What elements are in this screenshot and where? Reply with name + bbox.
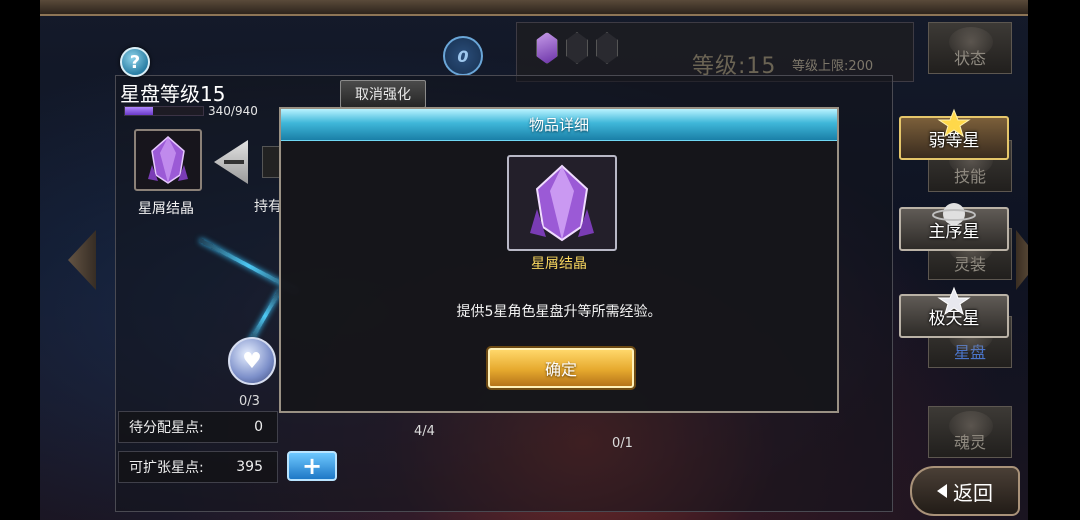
crystal-icon	[530, 164, 594, 242]
star-disk-title: 星盘等级15	[120, 82, 226, 106]
exp-text: 340/940	[208, 104, 258, 118]
node-count: 0/3	[239, 394, 260, 409]
node-count: 0/1	[612, 436, 633, 451]
nav-status[interactable]: 状态	[928, 22, 1012, 74]
nav-soul[interactable]: 魂灵	[928, 406, 1012, 458]
exp-bar-fill	[125, 107, 154, 115]
status-icon	[949, 27, 993, 57]
confirm-button[interactable]: 确定	[488, 348, 634, 388]
dialog-title: 物品详细	[281, 109, 837, 141]
star-cluster-icon	[937, 108, 971, 138]
back-arrow-icon	[937, 484, 947, 498]
unassigned-points-row: 待分配星点: 0	[118, 411, 278, 443]
item-image-frame	[507, 155, 617, 251]
stardust-crystal-slot[interactable]	[134, 129, 202, 191]
expandable-points-value: 395	[236, 459, 263, 475]
unassigned-points-label: 待分配星点:	[129, 420, 204, 436]
silver-star-icon	[937, 286, 971, 316]
exp-bar	[124, 106, 204, 116]
stardust-crystal-label: 星屑结晶	[138, 201, 194, 217]
item-detail-dialog: 物品详细 星屑结晶 提供5星角色星盘升等所需经验。 确定	[279, 107, 839, 413]
tier-main-sequence[interactable]: 主序星	[899, 203, 1009, 251]
expandable-points-row: 可扩张星点: 395	[118, 451, 278, 483]
tier-weak-star[interactable]: 弱等星	[899, 108, 1009, 160]
point-badge: 0	[443, 36, 483, 76]
item-description: 提供5星角色星盘升等所需经验。	[456, 304, 662, 320]
heart-icon: ♥	[242, 348, 262, 374]
node-count: 4/4	[414, 424, 435, 439]
right-bezel	[1028, 0, 1080, 520]
expandable-points-label: 可扩张星点:	[129, 460, 204, 476]
left-bezel	[0, 0, 40, 520]
minus-icon	[224, 160, 244, 164]
back-button[interactable]: 返回	[910, 466, 1020, 516]
planet-icon	[932, 203, 976, 225]
soul-icon	[949, 411, 993, 441]
back-label: 返回	[953, 480, 993, 505]
help-button[interactable]: ?	[120, 47, 150, 77]
level-cap: 等级上限:200	[792, 59, 874, 74]
heart-star-node[interactable]: ♥	[228, 337, 276, 385]
tier-extreme-star[interactable]: 极天星	[899, 286, 1009, 338]
unassigned-points-value: 0	[254, 419, 263, 435]
add-points-button[interactable]: +	[287, 451, 337, 481]
item-name: 星屑结晶	[531, 256, 587, 272]
crystal-icon	[148, 136, 188, 184]
ornate-top-frame	[40, 0, 1028, 16]
cancel-enhance-button[interactable]: 取消强化	[340, 80, 426, 108]
owned-label: 持有	[254, 199, 282, 215]
